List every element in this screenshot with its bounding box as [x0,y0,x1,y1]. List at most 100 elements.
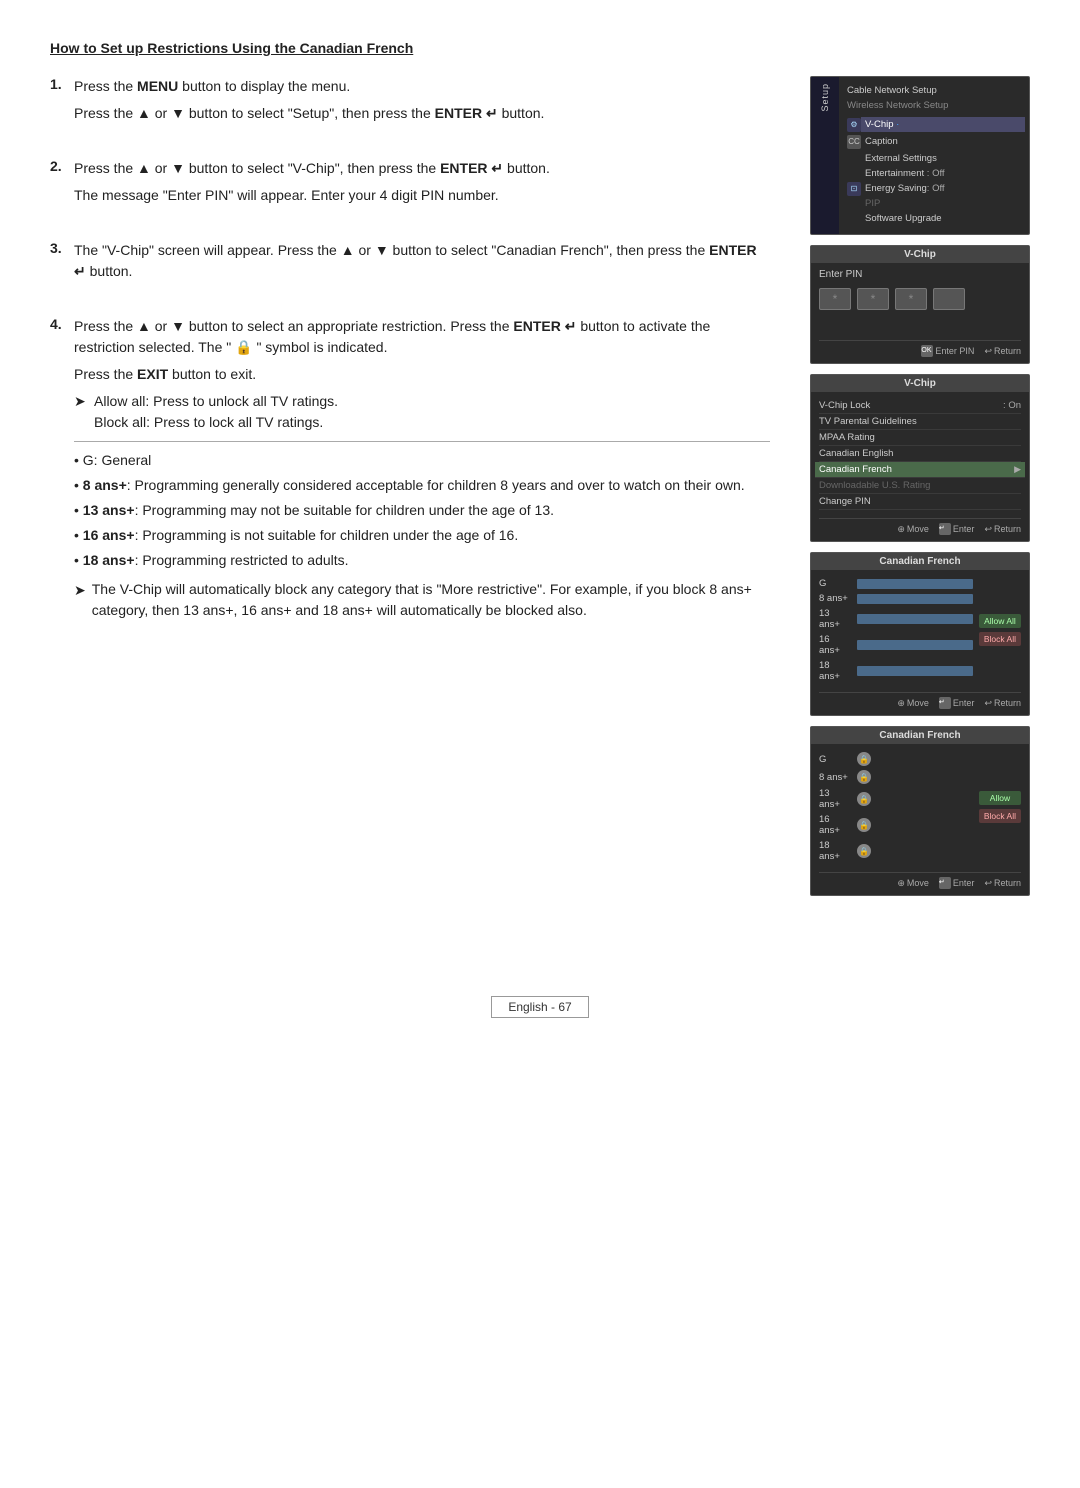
enter-pin-label: Enter PIN [819,269,1021,280]
footer-text: English - 67 [491,996,588,1018]
menu-pip: PIP [865,196,945,211]
block-all-button[interactable]: Block All [979,632,1021,646]
pin-screen: V-Chip Enter PIN * * * OK Enter PIN ↩ Re… [810,245,1030,364]
setup-screen-inner: Setup Cable Network Setup Wireless Netwo… [811,77,1029,234]
pin-box-1: * [819,288,851,310]
vchip-footer-enter: ↵ Enter [939,523,975,535]
cf1-bar-18 [857,666,973,676]
pin-boxes: * * * [819,288,1021,310]
allow-note-text: Allow all: Press to unlock all TV rating… [94,391,338,433]
enter-icon: ↵ [939,523,951,535]
cf1-rating-8: 8 ans+ [819,591,973,606]
menu-software: Software Upgrade [865,211,945,226]
cf1-rating-g: G [819,576,973,591]
cf1-label-18: 18 ans+ [819,660,851,682]
cf1-label-8: 8 ans+ [819,593,851,604]
step-1-number: 1. [50,76,66,130]
cf1-footer-move: ⊕ Move [897,697,929,709]
allow-note: ➤ Allow all: Press to unlock all TV rati… [74,391,770,433]
cf2-lock-16: 🔒 [857,818,871,832]
step-1-line-2: Press the ▲ or ▼ button to select "Setup… [74,103,544,124]
allow-all-button[interactable]: Allow All [979,614,1021,628]
cf1-footer-return: ↩ Return [984,697,1021,709]
cf-screen-1-body: G 8 ans+ 13 ans+ [811,570,1029,715]
cf1-footer: ⊕ Move ↵ Enter ↩ Return [819,692,1021,709]
cf2-rating-18: 18 ans+ 🔒 [819,838,973,864]
allow-button[interactable]: Allow [979,791,1021,805]
cf2-rating-g: G 🔒 [819,750,973,768]
ok-icon: OK [921,345,933,357]
vchip-footer: ⊕ Move ↵ Enter ↩ Return [819,518,1021,535]
vchip-row: ⚙ V-Chip · [847,117,1021,132]
change-pin-row: Change PIN [819,494,1021,510]
page-title: How to Set up Restrictions Using the Can… [50,40,1030,56]
cf1-bar-13 [857,614,973,624]
cf1-label-13: 13 ans+ [819,608,851,630]
step-2: 2. Press the ▲ or ▼ button to select "V-… [50,158,770,212]
pin-screen-footer: OK Enter PIN ↩ Return [819,340,1021,357]
cf-screen-1: Canadian French G 8 ans+ [810,552,1030,716]
vchip-screen-body: V-Chip Lock : On TV Parental Guidelines … [811,392,1029,541]
vchip-screen: V-Chip V-Chip Lock : On TV Parental Guid… [810,374,1030,542]
rating-13: • 13 ans+: Programming may not be suitab… [74,500,770,521]
cdn-french-label: Canadian French [819,464,892,475]
cf2-footer: ⊕ Move ↵ Enter ↩ Return [819,872,1021,889]
rating-8: • 8 ans+: Programming generally consider… [74,475,770,496]
cf1-label-g: G [819,578,851,589]
cf2-label-13: 13 ans+ [819,788,851,810]
cf1-bar-8 [857,594,973,604]
step-3-content: The "V-Chip" screen will appear. Press t… [74,240,770,288]
cf2-lock-8: 🔒 [857,770,871,784]
cf1-bar-g [857,579,973,589]
menu-caption: Caption [865,134,898,149]
menu-vchip: V-Chip · [861,117,1025,132]
cf2-label-g: G [819,754,851,765]
cf1-ratings-area: G 8 ans+ 13 ans+ [819,576,1021,684]
rating-18: • 18 ans+: Programming restricted to adu… [74,550,770,571]
pin-screen-title: V-Chip [811,246,1029,263]
cf2-footer-return: ↩ Return [984,877,1021,889]
step-1: 1. Press the MENU button to display the … [50,76,770,130]
menu-cable: Cable Network Setup [847,83,1021,98]
cf2-lock-18: 🔒 [857,844,871,858]
rating-g: • G: General [74,450,770,471]
block-note-arrow: ➤ [74,579,86,625]
vchip-lock-label: V-Chip Lock [819,400,870,411]
pin-screen-body: Enter PIN * * * OK Enter PIN ↩ Return [811,263,1029,363]
ext-icon: ⊡ [847,182,861,196]
step-4-content: Press the ▲ or ▼ button to select an app… [74,316,770,625]
step-4-number: 4. [50,316,66,625]
step-2-line-2: The message "Enter PIN" will appear. Ent… [74,185,550,206]
tv-parental-row: TV Parental Guidelines [819,414,1021,430]
cf2-enter-icon: ↵ [939,877,951,889]
arrow-icon-1: ➤ [74,391,88,433]
cdn-french-row: Canadian French ▶ [815,462,1025,478]
step-3: 3. The "V-Chip" screen will appear. Pres… [50,240,770,288]
step-3-line-1: The "V-Chip" screen will appear. Press t… [74,240,770,282]
cdn-english-row: Canadian English [819,446,1021,462]
cf2-footer-enter: ↵ Enter [939,877,975,889]
cf-screen-2: Canadian French G 🔒 8 ans+ 🔒 [810,726,1030,896]
screens-panel: Setup Cable Network Setup Wireless Netwo… [810,76,1030,896]
divider [74,441,770,442]
caption-icon: CC [847,135,861,149]
vchip-lock-row: V-Chip Lock : On [819,398,1021,414]
page-footer: English - 67 [50,936,1030,1018]
cf2-label-8: 8 ans+ [819,772,851,783]
block-note: ➤ The V-Chip will automatically block an… [74,579,770,625]
step-1-content: Press the MENU button to display the men… [74,76,544,130]
vchip-menu: V-Chip Lock : On TV Parental Guidelines … [819,398,1021,510]
cf1-ratings-list: G 8 ans+ 13 ans+ [819,576,973,684]
cf1-label-16: 16 ans+ [819,634,851,656]
cf2-footer-move: ⊕ Move [897,877,929,889]
ext-group: External Settings Entertainment : Off En… [865,151,945,226]
block-note-text: The V-Chip will automatically block any … [92,579,770,621]
instructions-panel: 1. Press the MENU button to display the … [50,76,780,896]
cf2-block-all-button[interactable]: Block All [979,809,1021,823]
cf-screen-2-body: G 🔒 8 ans+ 🔒 13 ans+ 🔒 [811,744,1029,895]
cf1-side-buttons: Allow All Block All [979,576,1021,684]
menu-entertainment: Entertainment : Off [865,166,945,181]
cf2-label-18: 18 ans+ [819,840,851,862]
cf1-footer-enter: ↵ Enter [939,697,975,709]
vchip-footer-return: ↩ Return [984,523,1021,535]
